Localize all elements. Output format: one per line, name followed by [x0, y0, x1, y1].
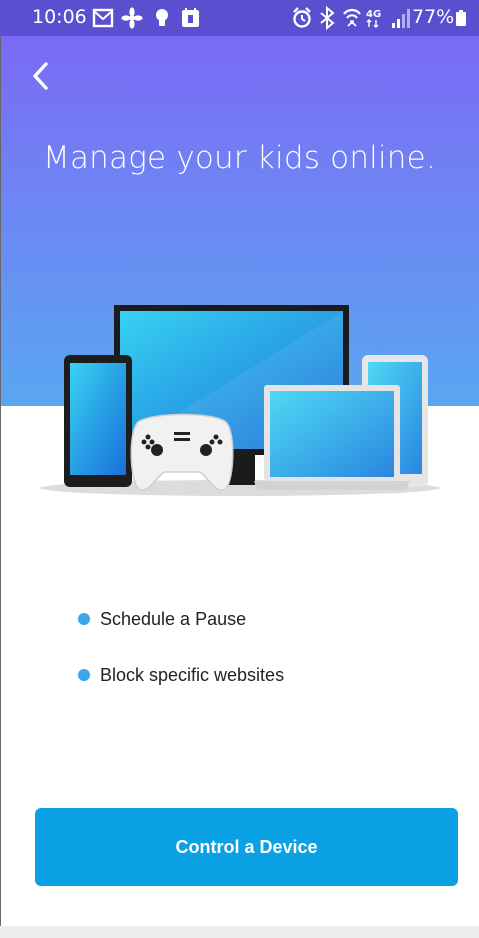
lte-icon: 4G: [366, 9, 381, 28]
phone-icon: [64, 355, 132, 487]
svg-text:4G: 4G: [366, 9, 381, 20]
status-time: 10:06: [32, 6, 87, 28]
page-title: Manage your kids online.: [43, 140, 436, 176]
feature-list: Schedule a Pause Block specific websites: [78, 604, 284, 716]
status-left-icons: [92, 7, 199, 29]
pinwheel-icon: [121, 7, 143, 29]
screen: 10:06 4G 77% Manage your kids online. Sc…: [0, 0, 479, 938]
devices-illustration: [40, 305, 440, 496]
status-right-icons: 4G: [293, 6, 410, 30]
feature-label: Block specific websites: [100, 665, 285, 685]
battery-percent: 77%: [412, 6, 455, 28]
left-edge-divider: [0, 36, 1, 926]
calendar-icon: [182, 8, 199, 27]
game-controller-icon: [130, 413, 234, 491]
wifi-calling-icon: [343, 8, 361, 27]
alarm-icon: [293, 7, 311, 28]
bulb-icon: [156, 9, 168, 26]
signal-icon: [392, 9, 410, 28]
bottom-strip: [0, 926, 479, 938]
battery-icon: [456, 10, 466, 26]
feature-item-schedule-pause: Schedule a Pause: [78, 604, 284, 634]
control-device-button[interactable]: Control a Device: [35, 808, 458, 886]
status-bar: 10:06 4G 77%: [0, 0, 479, 36]
bluetooth-icon: [320, 6, 335, 30]
mail-icon: [92, 8, 114, 28]
feature-item-block-websites: Block specific websites: [78, 660, 284, 690]
laptop-icon: [254, 385, 410, 490]
bullet-icon: [78, 613, 90, 625]
feature-label: Schedule a Pause: [100, 609, 247, 629]
back-arrow-icon[interactable]: [24, 58, 60, 94]
bullet-icon: [78, 669, 90, 681]
